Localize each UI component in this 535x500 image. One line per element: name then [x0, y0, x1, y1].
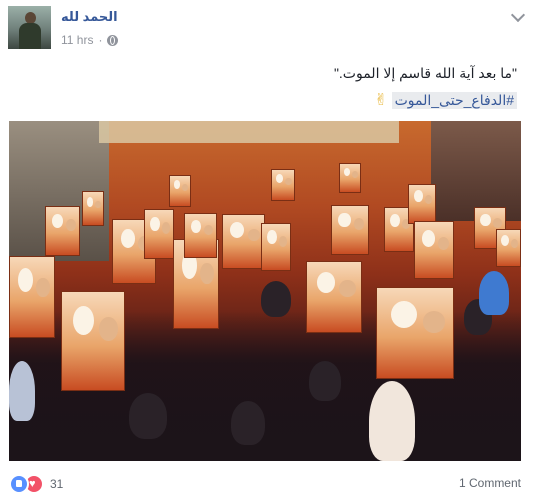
- photo-poster: [496, 229, 521, 267]
- post-footer: 31 1 Comment: [9, 470, 521, 494]
- reactions-summary[interactable]: 31: [9, 474, 63, 494]
- photo-poster: [414, 221, 454, 279]
- hashtag-link[interactable]: #الدفاع_حتى_الموت: [391, 91, 517, 109]
- reaction-count: 31: [50, 477, 64, 491]
- photo-poster: [261, 223, 291, 271]
- post-photo[interactable]: [9, 121, 521, 461]
- photo-person-head: [129, 393, 167, 439]
- photo-awning: [99, 121, 399, 143]
- photo-person-head: [261, 281, 291, 317]
- post-card: الحمد لله 11 hrs · "ما بعد آية الله قاسم…: [0, 0, 535, 500]
- photo-poster: [82, 191, 104, 226]
- photo-poster: [45, 206, 80, 256]
- globe-icon[interactable]: [107, 34, 119, 46]
- photo-poster: [184, 213, 217, 258]
- photo-person-head: [231, 401, 265, 445]
- avatar[interactable]: [8, 6, 51, 49]
- photo-poster: [169, 175, 191, 207]
- photo-poster: [376, 287, 454, 379]
- hashtag-line: #الدفاع_حتى_الموت ✌: [374, 90, 517, 110]
- avatar-figure-body: [19, 23, 41, 49]
- post-meta: 11 hrs ·: [61, 33, 119, 47]
- photo-wall-right: [431, 121, 521, 221]
- photo-person-scarf: [9, 361, 35, 421]
- photo-person-head: [309, 361, 341, 401]
- photo-poster: [271, 169, 295, 201]
- photo-person-scarf: [479, 271, 509, 315]
- timestamp-link[interactable]: 11 hrs: [61, 33, 93, 47]
- like-icon: [9, 474, 29, 494]
- photo-poster: [331, 205, 369, 255]
- photo-poster: [61, 291, 125, 391]
- comments-link[interactable]: 1 Comment: [459, 476, 521, 490]
- victory-hand-icon: ✌: [374, 92, 388, 109]
- photo-poster: [339, 163, 361, 193]
- photo-poster: [306, 261, 362, 333]
- meta-separator: ·: [98, 33, 103, 47]
- post-quote: "ما بعد آية الله قاسم إلا الموت.": [333, 65, 517, 81]
- photo-poster: [222, 214, 265, 269]
- photo-poster: [9, 256, 55, 338]
- photo-poster: [408, 184, 436, 224]
- chevron-down-icon[interactable]: [510, 7, 526, 23]
- post-text: "ما بعد آية الله قاسم إلا الموت.": [17, 62, 517, 84]
- photo-poster: [144, 209, 174, 259]
- photo-person-scarf: [369, 381, 415, 461]
- post-header: الحمد لله 11 hrs ·: [8, 6, 527, 52]
- page-name-link[interactable]: الحمد لله: [61, 9, 118, 25]
